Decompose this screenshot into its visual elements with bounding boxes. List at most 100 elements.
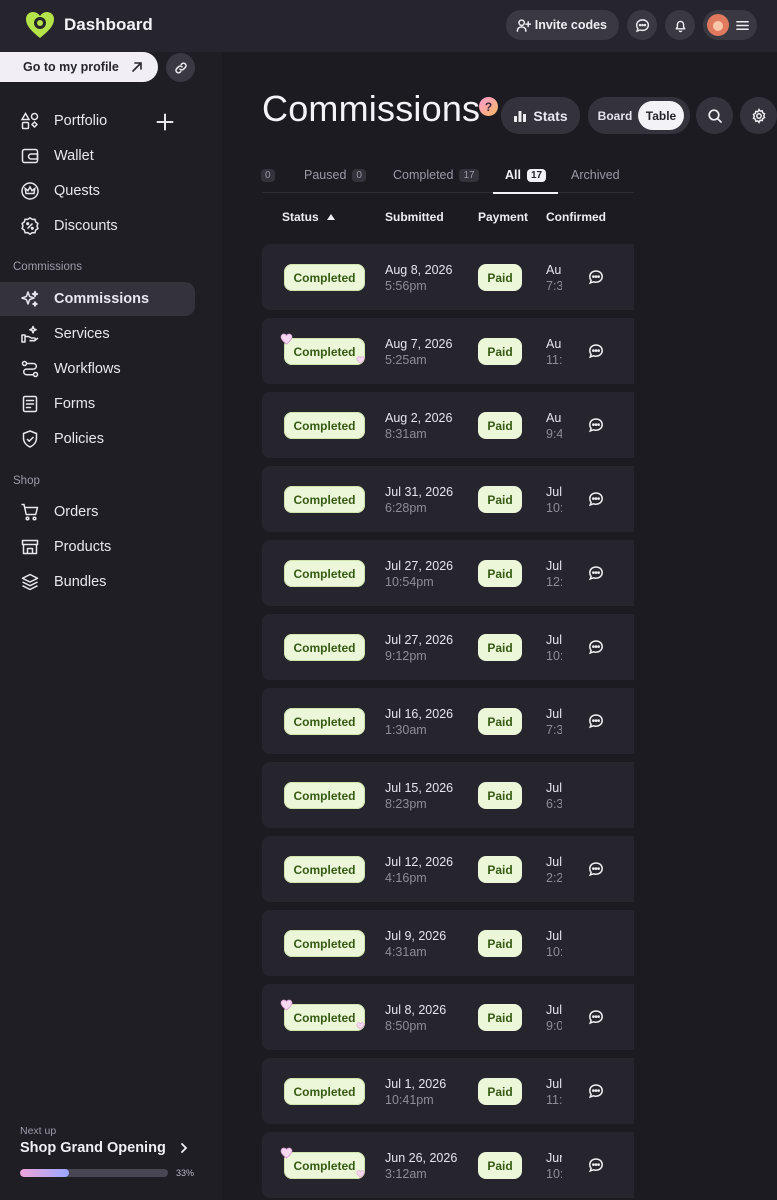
chat-icon[interactable] bbox=[588, 269, 604, 285]
chat-icon[interactable] bbox=[588, 343, 604, 359]
view-toggle: Board Table bbox=[588, 97, 690, 134]
help-badge[interactable]: ? bbox=[479, 97, 498, 116]
chevron-right-icon bbox=[181, 1143, 188, 1153]
submitted-date: Jul 31, 2026 bbox=[385, 485, 454, 499]
form-icon bbox=[22, 395, 38, 413]
add-portfolio-icon[interactable] bbox=[155, 112, 175, 132]
status-badge: Completed bbox=[284, 1152, 365, 1179]
confirmed-date: Au bbox=[546, 337, 562, 351]
tab-completed[interactable]: Completed 17 bbox=[393, 157, 479, 193]
table-view-option[interactable]: Table bbox=[638, 101, 684, 130]
table-row[interactable]: Completed Aug 7, 2026 5:25am Paid Au 11:3 bbox=[262, 318, 634, 384]
workflow-icon bbox=[21, 360, 39, 378]
sidebar-item-label: Discounts bbox=[54, 218, 118, 234]
section-label-commissions: Commissions bbox=[13, 261, 83, 273]
sidebar-item-policies[interactable]: Policies bbox=[0, 422, 195, 456]
table-row[interactable]: Completed Jul 8, 2026 8:50pm Paid Jul 9:0 bbox=[262, 984, 634, 1050]
sidebar-item-label: Bundles bbox=[54, 574, 107, 590]
sidebar-item-wallet[interactable]: Wallet bbox=[0, 139, 195, 173]
sidebar-item-label: Portfolio bbox=[54, 113, 108, 129]
table-row[interactable]: Completed Jul 27, 2026 10:54pm Paid Jul 12: bbox=[262, 540, 634, 606]
tab-all[interactable]: All 17 bbox=[492, 157, 559, 194]
crown-icon bbox=[21, 182, 39, 200]
chat-icon[interactable] bbox=[588, 713, 604, 729]
confirmed-time: 7:3 bbox=[546, 279, 562, 293]
brand[interactable]: Dashboard bbox=[24, 10, 153, 40]
sidebar-item-bundles[interactable]: Bundles bbox=[0, 565, 195, 599]
sidebar-item-commissions[interactable]: Commissions bbox=[0, 282, 195, 316]
tab-label: All bbox=[505, 168, 521, 182]
tab-partial[interactable]: 0 bbox=[261, 157, 275, 193]
confirmed-date: Jul bbox=[546, 781, 562, 795]
stats-button[interactable]: Stats bbox=[501, 97, 580, 134]
confirmed-date: Jul bbox=[546, 559, 562, 573]
chat-icon[interactable] bbox=[588, 639, 604, 655]
chat-icon[interactable] bbox=[588, 1083, 604, 1099]
status-badge: Completed bbox=[284, 634, 365, 661]
board-view-option[interactable]: Board bbox=[592, 101, 638, 130]
submitted-date: Aug 2, 2026 bbox=[385, 411, 453, 425]
payment-badge: Paid bbox=[478, 782, 522, 809]
confirmed-time: 10: bbox=[546, 945, 562, 959]
sidebar-item-orders[interactable]: Orders bbox=[0, 495, 195, 529]
tab-paused[interactable]: Paused 0 bbox=[304, 157, 366, 193]
payment-badge: Paid bbox=[478, 486, 522, 513]
table-row[interactable]: Completed Jun 26, 2026 3:12am Paid Jun 10: bbox=[262, 1132, 634, 1198]
heart-decoration-icon bbox=[356, 1022, 365, 1030]
payment-badge: Paid bbox=[478, 560, 522, 587]
chat-icon[interactable] bbox=[588, 417, 604, 433]
sidebar-item-discounts[interactable]: Discounts bbox=[0, 209, 195, 243]
status-badge: Completed bbox=[284, 782, 365, 809]
next-up-progress-bar bbox=[20, 1169, 168, 1177]
account-menu-button[interactable] bbox=[703, 10, 757, 40]
heart-decoration-icon bbox=[356, 356, 365, 364]
go-to-profile-button[interactable]: Go to my profile bbox=[0, 52, 158, 82]
sidebar-item-workflows[interactable]: Workflows bbox=[0, 352, 195, 386]
table-row[interactable]: Completed Aug 2, 2026 8:31am Paid Au 9:4 bbox=[262, 392, 634, 458]
chat-icon[interactable] bbox=[588, 1157, 604, 1173]
payment-badge: Paid bbox=[478, 856, 522, 883]
column-submitted[interactable]: Submitted bbox=[385, 210, 444, 224]
tab-archived[interactable]: Archived bbox=[571, 157, 620, 193]
chat-icon[interactable] bbox=[588, 861, 604, 877]
confirmed-time: 7:3 bbox=[546, 723, 562, 737]
submitted-time: 3:12am bbox=[385, 1167, 427, 1181]
sidebar-item-products[interactable]: Products bbox=[0, 530, 195, 564]
submitted-time: 5:56pm bbox=[385, 279, 427, 293]
table-row[interactable]: Completed Jul 27, 2026 9:12pm Paid Jul 10: bbox=[262, 614, 634, 680]
arrow-up-right-icon bbox=[132, 62, 142, 72]
sidebar-item-label: Workflows bbox=[54, 361, 121, 377]
submitted-date: Jul 27, 2026 bbox=[385, 633, 454, 647]
sidebar-item-portfolio[interactable]: Portfolio bbox=[0, 104, 195, 138]
column-payment[interactable]: Payment bbox=[478, 210, 528, 224]
table-header: Status Submitted Payment Confirmed bbox=[222, 210, 777, 230]
table-row[interactable]: Completed Jul 31, 2026 6:28pm Paid Jul 10: bbox=[262, 466, 634, 532]
table-row[interactable]: Completed Jul 12, 2026 4:16pm Paid Jul 2:2 bbox=[262, 836, 634, 902]
chat-icon[interactable] bbox=[588, 565, 604, 581]
sidebar-item-label: Forms bbox=[54, 396, 96, 412]
copy-link-button[interactable] bbox=[166, 53, 195, 82]
hamburger-icon bbox=[736, 20, 749, 30]
sidebar-item-quests[interactable]: Quests bbox=[0, 174, 195, 208]
next-up-title: Shop Grand Opening bbox=[20, 1140, 166, 1156]
heart-decoration-icon bbox=[280, 1147, 293, 1159]
table-row[interactable]: Completed Jul 15, 2026 8:23pm Paid Jul 6:3 bbox=[262, 762, 634, 828]
status-badge: Completed bbox=[284, 1078, 365, 1105]
search-button[interactable] bbox=[696, 97, 733, 134]
table-row[interactable]: Completed Jul 1, 2026 10:41pm Paid Jul 11:0 bbox=[262, 1058, 634, 1124]
sidebar-item-services[interactable]: Services bbox=[0, 317, 195, 351]
sidebar-item-forms[interactable]: Forms bbox=[0, 387, 195, 421]
table-row[interactable]: Completed Jul 16, 2026 1:30am Paid Jul 7:3 bbox=[262, 688, 634, 754]
notifications-button[interactable] bbox=[665, 10, 695, 40]
next-up-card[interactable]: Next up Shop Grand Opening 33% bbox=[20, 1125, 200, 1178]
submitted-time: 10:41pm bbox=[385, 1093, 434, 1107]
messages-button[interactable] bbox=[627, 10, 657, 40]
chat-icon[interactable] bbox=[588, 491, 604, 507]
column-status[interactable]: Status bbox=[282, 210, 335, 224]
column-confirmed[interactable]: Confirmed bbox=[546, 210, 606, 224]
table-row[interactable]: Completed Jul 9, 2026 4:31am Paid Jul 10: bbox=[262, 910, 634, 976]
settings-button[interactable] bbox=[740, 97, 777, 134]
chat-icon[interactable] bbox=[588, 1009, 604, 1025]
table-row[interactable]: Completed Aug 8, 2026 5:56pm Paid Au 7:3 bbox=[262, 244, 634, 310]
invite-codes-button[interactable]: Invite codes bbox=[505, 10, 619, 40]
